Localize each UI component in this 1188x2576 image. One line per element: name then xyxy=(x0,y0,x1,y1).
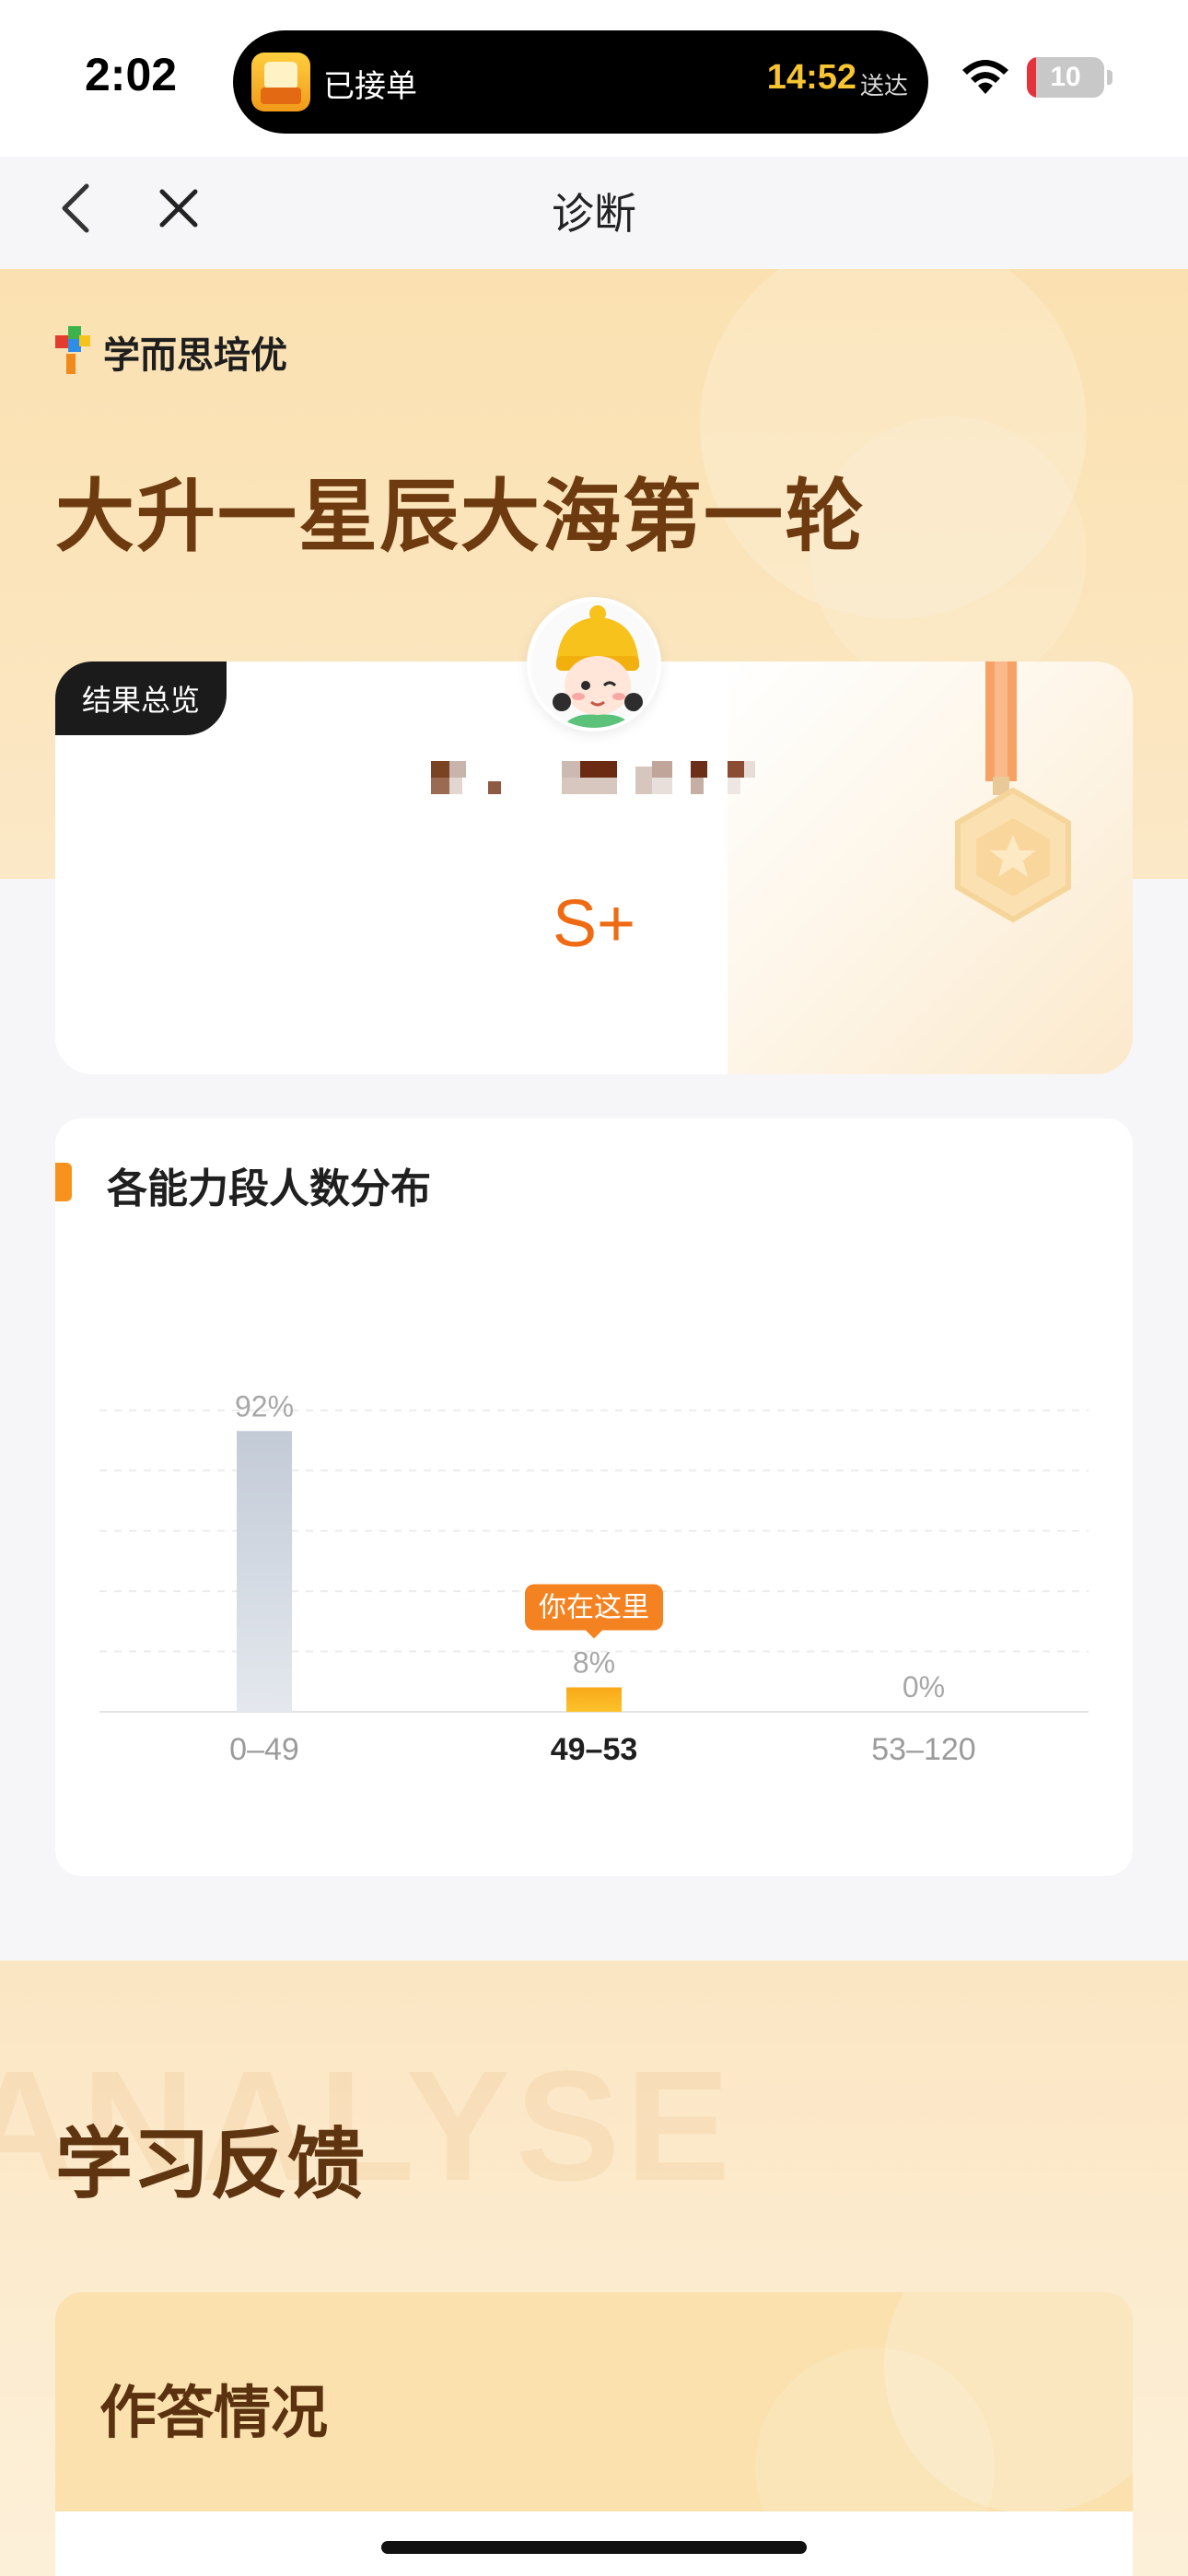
brand-name: 学而思培优 xyxy=(103,334,287,377)
delivery-app-icon xyxy=(251,53,310,111)
you-are-here-pointer xyxy=(586,1630,602,1639)
bar-49–53 xyxy=(566,1687,622,1712)
status-time: 2:02 xyxy=(85,49,178,100)
brand-logo: 学而思培优 xyxy=(55,326,287,378)
category-label: 53–120 xyxy=(871,1732,975,1767)
brand-logo-icon xyxy=(55,326,90,374)
battery-level-text: 10 xyxy=(1050,62,1081,92)
island-status-text: 已接单 xyxy=(323,68,417,105)
grade-level: S+ xyxy=(552,887,636,961)
battery-icon: 10 xyxy=(1027,57,1104,98)
island-eta-time: 14:52 xyxy=(766,58,856,97)
battery-nub xyxy=(1107,70,1112,85)
home-indicator[interactable] xyxy=(381,2541,807,2554)
avatar xyxy=(527,597,661,732)
island-eta-label: 送达 xyxy=(859,73,908,100)
student-name-redacted xyxy=(431,761,755,794)
value-label: 8% xyxy=(573,1646,615,1680)
page-title: 诊断 xyxy=(552,189,636,239)
bar-0–49 xyxy=(237,1431,292,1712)
value-label: 0% xyxy=(903,1670,945,1704)
dynamic-island[interactable]: 已接单 14:52 送达 xyxy=(233,30,928,134)
distribution-chart: 92% 0–49 8% 49–53 你在这里 0% 53–120 xyxy=(99,1389,1089,1767)
feedback-title: 学习反馈 xyxy=(55,2119,366,2209)
category-label: 0–49 xyxy=(229,1732,299,1767)
answer-status-title: 作答情况 xyxy=(99,2379,329,2446)
exam-title: 大升一星辰大海第一轮 xyxy=(55,471,866,563)
wifi-icon xyxy=(962,60,1008,94)
you-are-here-text: 你在这里 xyxy=(539,1592,649,1624)
result-overview-badge: 结果总览 xyxy=(55,662,227,735)
category-label: 49–53 xyxy=(551,1732,638,1767)
value-label: 92% xyxy=(235,1389,294,1423)
